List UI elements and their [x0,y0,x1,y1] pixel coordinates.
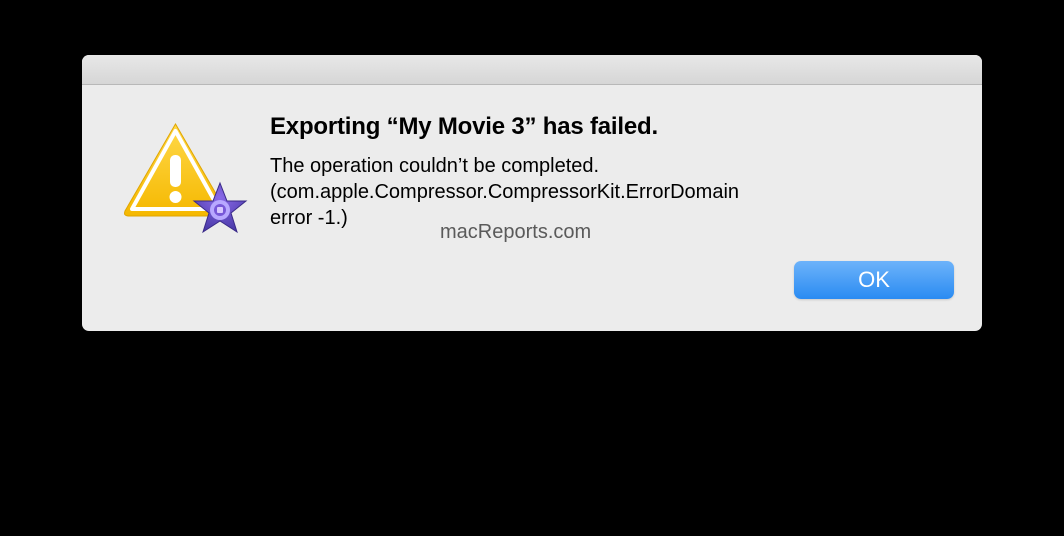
dialog-title: Exporting “My Movie 3” has failed. [270,113,954,141]
imovie-icon [191,181,249,239]
dialog-icon-area [118,113,258,231]
dialog-message-line3: error -1.) [270,207,348,229]
dialog-message-line2: (com.apple.Compressor.CompressorKit.Erro… [270,181,739,203]
error-dialog: Exporting “My Movie 3” has failed. The o… [82,55,982,331]
dialog-button-row: OK [82,251,982,331]
ok-button[interactable]: OK [794,261,954,299]
dialog-content: Exporting “My Movie 3” has failed. The o… [82,85,982,251]
dialog-titlebar[interactable] [82,55,982,85]
dialog-message-line1: The operation couldn’t be completed. [270,155,599,177]
watermark-text: macReports.com [440,221,591,244]
dialog-message: The operation couldn’t be completed. (co… [270,153,954,231]
dialog-text: Exporting “My Movie 3” has failed. The o… [258,113,954,231]
warning-icon [118,119,233,219]
